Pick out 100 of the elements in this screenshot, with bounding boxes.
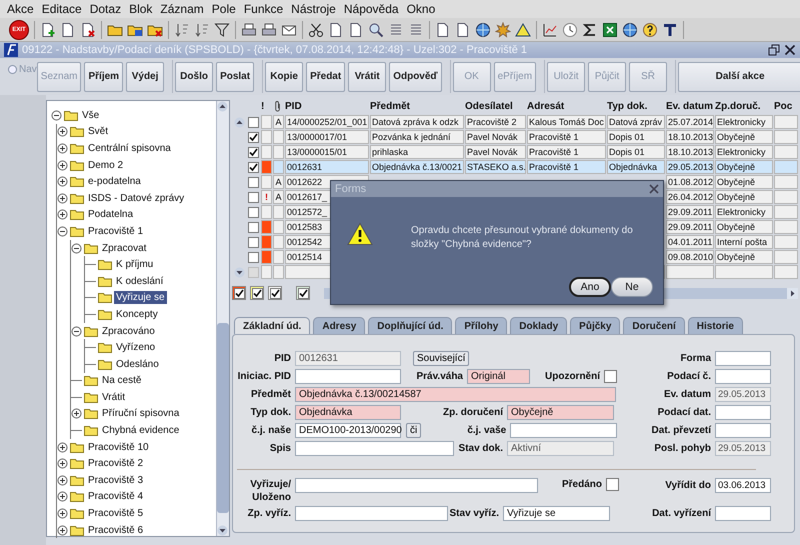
column-header[interactable]: Poc — [774, 100, 798, 112]
field-label: Zp. vyříz. — [246, 508, 291, 518]
tree-item[interactable]: Demo 2 — [86, 158, 126, 172]
tree-item[interactable]: Na cestě — [100, 374, 144, 388]
input-field[interactable]: 0012631 — [295, 350, 401, 366]
tree-item[interactable]: Pracoviště 1 — [86, 224, 146, 238]
table-cell: A — [273, 115, 284, 129]
table-row[interactable]: 13/0000017/01 Pozvánka k jednání Pavel Novák Pracoviště 1 Dopis 01 18.10.2013 Obyčejně — [232, 130, 798, 144]
column-header[interactable]: Ev. datum — [666, 100, 714, 112]
input-field[interactable]: Aktivní — [507, 440, 614, 456]
action-button[interactable]: Předat — [306, 62, 346, 92]
tab[interactable]: Půjčky — [570, 317, 620, 334]
tree-item[interactable]: Pracoviště 10 — [86, 440, 151, 454]
tab[interactable]: Základní úd. — [234, 317, 310, 334]
table-row[interactable]: 0012631 Objednávka č.13/0021 STASEKO a.s. Pracoviště 1 Objednávka 29.05.2013 Obyčejně — [232, 160, 798, 174]
tab[interactable]: Doručení — [623, 317, 685, 334]
tree-item[interactable]: Vyřízeno — [114, 341, 158, 354]
table-row[interactable]: A 14/0000252/01_001 Datová zpráva k odzk Pracoviště 2 Kalous Tomáš Doc Datová zpráv 25.07.2014 Elektronicky — [232, 115, 798, 129]
tree-item[interactable]: ISDS - Datové zprávy — [86, 192, 186, 205]
table-cell: 04.01.2011 — [666, 235, 714, 249]
input-field[interactable]: Obyčejně — [507, 404, 614, 420]
column-header[interactable]: Typ dok. — [607, 100, 665, 112]
table-row[interactable]: 13/0000015/01 prihlaska Pavel Novák Pracoviště 1 Dopis 01 18.10.2013 Elektronicky — [232, 145, 798, 159]
table-cell: Interní pošta — [715, 235, 773, 249]
input-field[interactable]: Objednávka — [295, 404, 401, 420]
tree-item[interactable]: Odesláno — [114, 358, 161, 371]
column-header[interactable]: ! — [261, 100, 272, 112]
field-label: Forma — [679, 352, 711, 364]
menu-item[interactable]: Okno — [402, 2, 440, 16]
table-cell: Elektronicky — [715, 145, 773, 159]
tree-item[interactable]: Pracoviště 6 — [86, 524, 146, 537]
table-cell: 09.08.2010 — [666, 250, 714, 264]
tree-item[interactable]: Pracoviště 4 — [86, 490, 146, 504]
table-cell: Pracoviště 2 — [465, 115, 526, 129]
field-label: Práv.váha — [415, 370, 463, 382]
table-cell: Pracoviště 1 — [527, 145, 606, 159]
tree-item[interactable]: Příruční spisovna — [100, 407, 182, 420]
tree-item[interactable]: K příjmu — [114, 258, 156, 272]
menu-item[interactable]: Nástroje — [287, 2, 340, 16]
tree-item[interactable]: Vrátit — [100, 390, 127, 404]
table-cell: Pracoviště 1 — [527, 130, 606, 144]
tree-item[interactable]: Vše — [80, 108, 102, 122]
column-header[interactable]: Adresát — [527, 100, 606, 112]
tree-item[interactable]: Vyřizuje se — [114, 291, 167, 304]
input-field[interactable]: Originál — [467, 368, 530, 384]
tree-item[interactable]: e-podatelna — [86, 175, 143, 188]
menu-item[interactable]: Funkce — [240, 2, 288, 16]
related-button[interactable]: Související — [413, 350, 470, 366]
action-button[interactable]: Další akce — [678, 62, 800, 92]
menu-item[interactable]: Editace — [38, 2, 86, 16]
tab[interactable]: Doplňující úd. — [368, 317, 452, 334]
column-header[interactable]: Předmět — [370, 100, 464, 112]
input-field[interactable]: 03.06.2013 — [715, 478, 771, 493]
window-title: 09122 - Nadstavby/Podací deník (SPSBOLD) - {čtvrtek, 07.08.2014, 12:42:48} - Uzel:302 - Pracoviště 1 — [22, 44, 528, 56]
field-label: Dat. vyřízení — [651, 508, 711, 518]
tree-item[interactable]: Zpracovat — [100, 242, 148, 255]
column-header[interactable]: Zp.doruč. — [715, 100, 773, 112]
input-field[interactable]: DEMO100-2013/00290 — [295, 422, 401, 438]
action-button[interactable]: Výdej — [126, 62, 164, 92]
action-button[interactable]: Vrátit — [348, 62, 386, 92]
dialog-button[interactable]: Ne — [611, 277, 653, 297]
menu-item[interactable]: Nápověda — [340, 2, 403, 16]
tab[interactable]: Přílohy — [455, 317, 508, 334]
tab[interactable]: Adresy — [313, 317, 366, 334]
input-field[interactable]: Vyřizuje se — [503, 506, 610, 520]
column-header[interactable]: Odesílatel — [465, 100, 526, 112]
tree-item[interactable]: Svět — [86, 125, 110, 138]
tab[interactable]: Doklady — [510, 317, 568, 334]
input-field[interactable]: Objednávka č.13/00214587 — [295, 386, 616, 402]
field-label: Předáno — [560, 478, 602, 491]
menu-item[interactable]: Dotaz — [86, 2, 126, 16]
action-button[interactable]: Odpověď — [389, 62, 442, 92]
tree-item[interactable]: Centrální spisovna — [86, 142, 173, 155]
tree-item[interactable]: Pracoviště 5 — [86, 507, 146, 520]
tree-item[interactable]: K odeslání — [114, 274, 166, 288]
tab[interactable]: Historie — [688, 317, 743, 334]
table-cell: Elektronicky — [715, 205, 773, 219]
action-button[interactable]: Kopie — [265, 62, 304, 92]
tree-item[interactable]: Pracoviště 3 — [86, 474, 146, 487]
lookup-button[interactable]: či — [406, 422, 422, 438]
menu-item[interactable]: Akce — [3, 2, 38, 16]
table-cell: 26.04.2012 — [666, 190, 714, 204]
tree-item[interactable]: Pracoviště 2 — [86, 457, 146, 470]
table-cell: Obyčejně — [715, 190, 773, 204]
tree-item[interactable]: Koncepty — [114, 308, 160, 321]
table-cell: Obyčejně — [715, 130, 773, 144]
action-button[interactable]: Došlo — [175, 62, 214, 92]
menu-item[interactable]: Blok — [125, 2, 156, 16]
tree-item[interactable]: Zpracováno — [100, 324, 157, 338]
dialog-button[interactable]: Ano — [569, 277, 611, 297]
action-button[interactable]: Příjem — [84, 62, 124, 92]
action-button[interactable]: Poslat — [216, 62, 254, 92]
tree-item[interactable]: Podatelna — [86, 208, 136, 222]
field-label: Posl. pohyb — [653, 442, 711, 454]
column-header[interactable]: PID — [285, 100, 369, 112]
menu-item[interactable]: Záznam — [156, 2, 208, 16]
menu-item[interactable]: Pole — [208, 2, 240, 16]
tree-item[interactable]: Chybná evidence — [100, 424, 182, 438]
input-field[interactable]: 29.05.2013 — [715, 440, 771, 456]
input-field[interactable]: 29.05.2013 — [715, 386, 771, 402]
